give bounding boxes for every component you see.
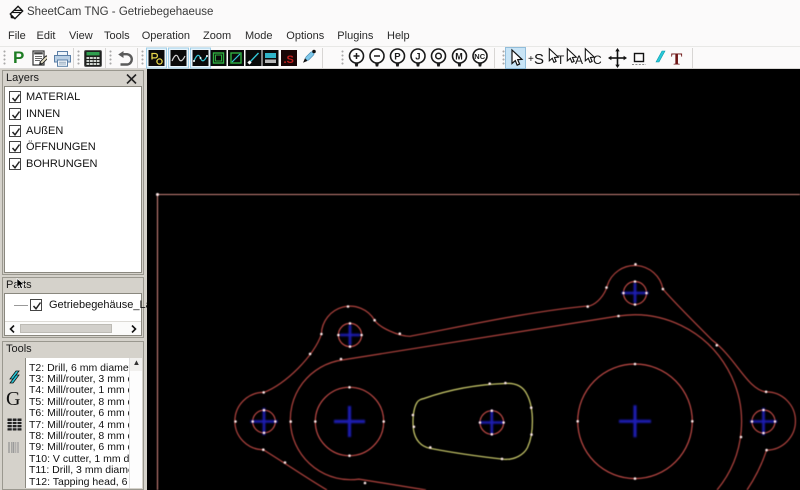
- svg-text:T: T: [671, 50, 683, 69]
- svg-text:C: C: [593, 53, 602, 67]
- svg-text:S: S: [534, 51, 544, 68]
- svg-text:T: T: [557, 53, 565, 67]
- svg-text:A: A: [575, 53, 583, 67]
- svg-text:J: J: [415, 52, 420, 63]
- svg-text:.S: .S: [284, 54, 294, 66]
- svg-text:M: M: [455, 51, 463, 61]
- svg-text:NC: NC: [474, 52, 485, 61]
- svg-text:P: P: [394, 52, 401, 63]
